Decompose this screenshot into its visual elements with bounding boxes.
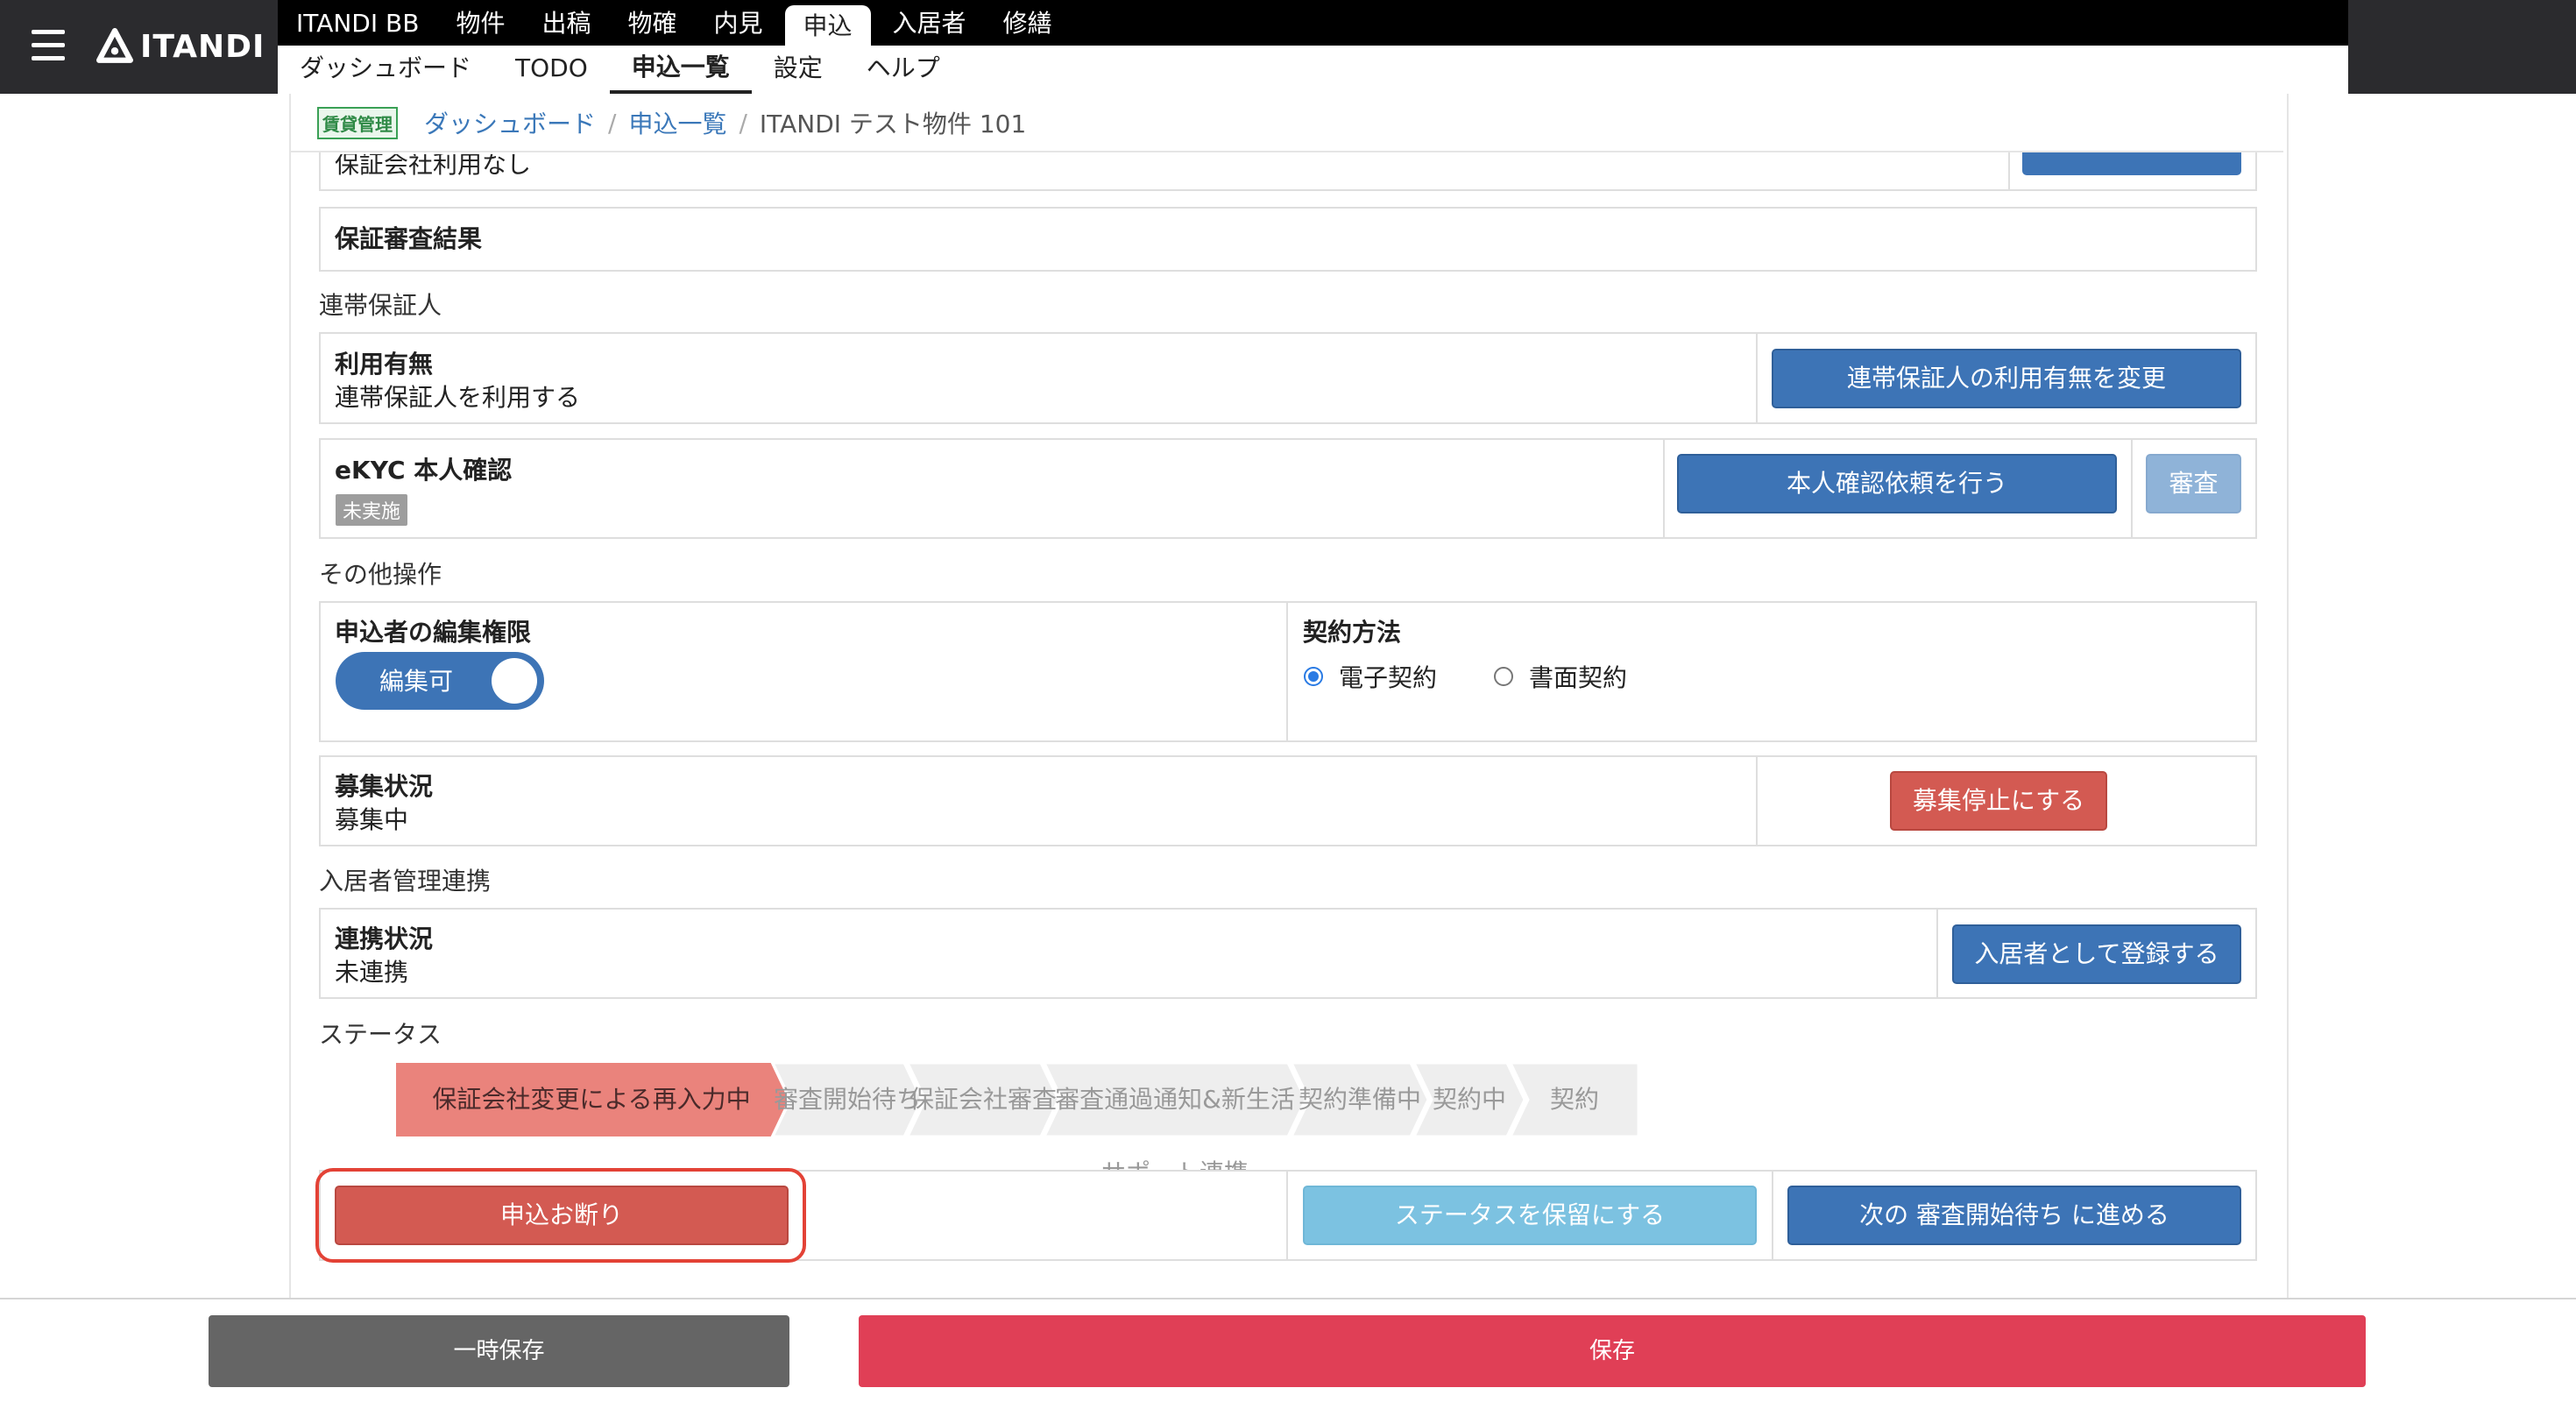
divider: [1286, 1170, 1288, 1261]
breadcrumb-separator: /: [608, 108, 617, 138]
main-nav-item[interactable]: 内見: [695, 0, 781, 46]
breadcrumb-application-list[interactable]: 申込一覧: [628, 105, 726, 140]
breadcrumb: 賃貸管理 ダッシュボード / 申込一覧 / ITANDI テスト物件 101: [317, 105, 1026, 140]
main-nav-item[interactable]: 出稿: [523, 0, 609, 46]
other-operations-section-title: その他操作: [319, 560, 442, 589]
recruitment-status-value: 募集中: [335, 805, 409, 834]
contract-electronic-radio[interactable]: 電子契約: [1304, 659, 1437, 694]
divider: [2131, 438, 2133, 539]
itandi-logo[interactable]: ITANDI: [96, 23, 265, 70]
divider: [2008, 152, 2010, 191]
guarantee-company-row: [319, 152, 2257, 191]
main-nav-item[interactable]: 入居者: [874, 0, 985, 46]
guarantor-usage-value: 連帯保証人を利用する: [335, 383, 581, 412]
status-step-label: 審査開始待ち: [773, 1085, 921, 1114]
divider: [1286, 601, 1288, 742]
status-step: 審査開始待ち: [773, 1063, 922, 1136]
breadcrumb-current: ITANDI テスト物件 101: [759, 110, 1027, 138]
link-status-label: 連携状況: [335, 924, 434, 953]
sub-nav-item[interactable]: 申込一覧: [609, 46, 752, 94]
status-step: 契約準備中: [1292, 1063, 1428, 1136]
header-right-area: [2348, 0, 2576, 94]
breadcrumb-separator: /: [739, 108, 747, 138]
status-step: 審査通過通知&新生活サポート連携: [1044, 1063, 1306, 1187]
save-button[interactable]: 保存: [859, 1315, 2366, 1387]
status-step-label: 契約中: [1432, 1085, 1506, 1114]
change-guarantor-usage-button[interactable]: 連帯保証人の利用有無を変更: [1772, 349, 2241, 408]
logo-mark-icon: [96, 28, 133, 63]
highlight-box: [315, 1168, 806, 1263]
status-step-label: 保証会社変更による再入力中: [432, 1085, 751, 1114]
sub-nav-item[interactable]: TODO: [493, 46, 610, 94]
radio-unchecked-icon: [1494, 667, 1513, 686]
ekyc-label: eKYC 本人確認: [335, 456, 513, 485]
advance-status-button[interactable]: 次の 審査開始待ち に進める: [1787, 1186, 2241, 1245]
divider: [1756, 332, 1758, 424]
ekyc-status-badge: 未実施: [336, 494, 408, 526]
main-nav: ITANDI BB 物件 出稿 物確 内見 申込 入居者 修繕: [278, 0, 2348, 46]
status-step: 契約: [1511, 1063, 1638, 1136]
hold-status-button[interactable]: ステータスを保留にする: [1303, 1186, 1757, 1245]
edit-permission-contract-row: [319, 601, 2257, 742]
register-as-tenant-button[interactable]: 入居者として登録する: [1952, 924, 2241, 984]
contract-paper-radio[interactable]: 書面契約: [1494, 659, 1627, 694]
contract-method-label: 契約方法: [1303, 618, 1402, 647]
status-step-label: 保証会社審査: [909, 1085, 1057, 1114]
main-nav-item[interactable]: 修繕: [985, 0, 1071, 46]
tenant-link-section-title: 入居者管理連携: [319, 867, 492, 896]
status-step: 保証会社審査: [908, 1063, 1058, 1136]
main-nav-item[interactable]: 物確: [609, 0, 695, 46]
review-button[interactable]: 審査: [2146, 454, 2241, 513]
status-step-label: 契約: [1549, 1085, 1599, 1114]
status-step-bar: 保証会社変更による再入力中審査開始待ち保証会社審査審査通過通知&新生活サポート連…: [396, 1063, 2180, 1187]
divider: [1772, 1170, 1773, 1261]
request-identity-verification-button[interactable]: 本人確認依頼を行う: [1677, 454, 2117, 513]
menu-icon[interactable]: [32, 30, 65, 61]
guarantee-result-label: 保証審査結果: [335, 224, 483, 253]
status-section-title: ステータス: [319, 1020, 442, 1049]
sub-nav-item[interactable]: ヘルプ: [845, 46, 962, 94]
link-status-value: 未連携: [335, 958, 409, 987]
breadcrumb-dashboard[interactable]: ダッシュボード: [424, 105, 596, 140]
edit-permission-toggle[interactable]: 編集可: [336, 652, 544, 710]
top-bar: ITANDI ITANDI BB 物件 出稿 物確 内見 申込 入居者 修繕 ダッシュボード T…: [0, 0, 2576, 94]
guarantor-usage-label: 利用有無: [335, 350, 434, 379]
sub-nav-item[interactable]: ダッシュボード: [278, 46, 493, 94]
guarantee-result-row: [319, 207, 2257, 272]
management-badge: 賃貸管理: [317, 106, 398, 139]
logo-text: ITANDI: [140, 28, 265, 65]
divider: [1936, 908, 1938, 999]
sub-nav-item[interactable]: 設定: [752, 46, 845, 94]
stop-recruitment-button[interactable]: 募集停止にする: [1890, 771, 2107, 831]
divider: [1756, 755, 1758, 846]
recruitment-status-label: 募集状況: [335, 772, 434, 801]
radio-checked-icon: [1304, 667, 1323, 686]
status-step-label: 契約準備中: [1298, 1085, 1421, 1114]
radio-label: 書面契約: [1529, 663, 1628, 692]
toggle-label: 編集可: [379, 667, 454, 696]
joint-guarantor-section-title: 連帯保証人: [319, 291, 442, 320]
change-guarantee-company-button[interactable]: [2022, 152, 2241, 175]
main-nav-item[interactable]: 申込: [784, 5, 871, 46]
sub-nav: ダッシュボード TODO 申込一覧 設定 ヘルプ: [278, 46, 2348, 94]
main-nav-item[interactable]: ITANDI BB: [278, 0, 437, 46]
divider: [1663, 438, 1665, 539]
edit-permission-label: 申込者の編集権限: [335, 618, 532, 647]
main-nav-item[interactable]: 物件: [437, 0, 523, 46]
status-step: 保証会社変更による再入力中: [396, 1063, 787, 1136]
radio-label: 電子契約: [1339, 663, 1438, 692]
toggle-knob: [492, 658, 537, 704]
brand-area: ITANDI: [0, 0, 278, 94]
status-step: 契約中: [1414, 1063, 1525, 1136]
temporary-save-button[interactable]: 一時保存: [209, 1315, 789, 1387]
